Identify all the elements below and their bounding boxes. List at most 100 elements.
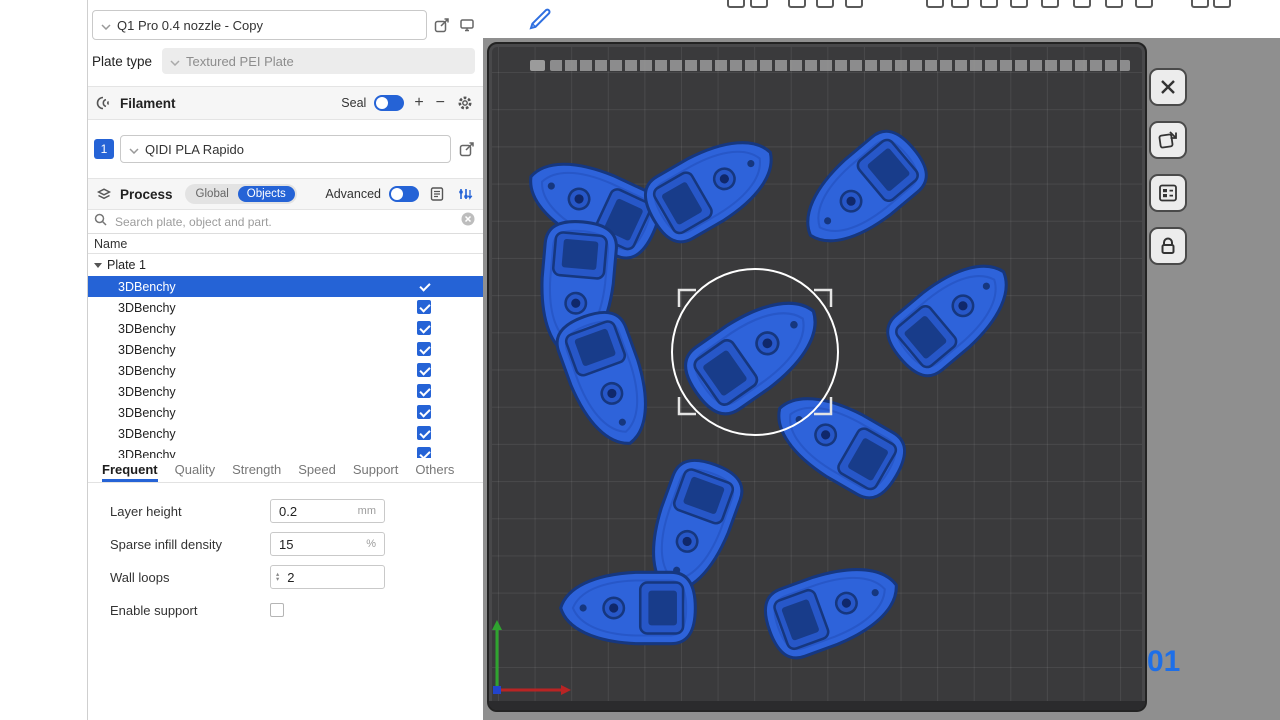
add-filament-button[interactable]: + (412, 95, 425, 111)
toolbar-icon-clipped[interactable] (788, 0, 806, 8)
toolbar-icon-clipped[interactable] (1213, 0, 1231, 8)
print-object-checkbox[interactable] (417, 384, 431, 398)
object-list-row[interactable]: 3DBenchy (88, 318, 483, 339)
object-list-row[interactable]: 3DBenchy (88, 339, 483, 360)
plate-type-select[interactable]: Textured PEI Plate (162, 48, 475, 74)
seal-toggle[interactable] (374, 95, 404, 111)
print-object-checkbox[interactable] (417, 447, 431, 458)
scope-global-button[interactable]: Global (187, 186, 238, 202)
setting-input[interactable]: 0.2 mm (270, 499, 385, 523)
toolbar-icon-clipped[interactable] (816, 0, 834, 8)
sidebar: Q1 Pro 0.4 nozzle - Copy Plate type Text… (88, 0, 483, 720)
viewport-toolbar-clipped (483, 0, 1280, 38)
arrange-plate-button[interactable] (1149, 174, 1187, 212)
search-row (88, 210, 483, 234)
chevron-down-icon (129, 142, 139, 157)
setting-input[interactable]: 15% (270, 532, 385, 556)
setting-checkbox[interactable] (270, 603, 284, 617)
tab-quality[interactable]: Quality (175, 462, 215, 482)
object-list-row[interactable]: 3DBenchy (88, 381, 483, 402)
object-list-header: Name (88, 234, 483, 254)
printer-row: Q1 Pro 0.4 nozzle - Copy (88, 0, 483, 40)
print-object-checkbox[interactable] (417, 321, 431, 335)
toolbar-icon-clipped[interactable] (845, 0, 863, 8)
toolbar-icon-clipped[interactable] (926, 0, 944, 8)
spinner-arrows-icon[interactable]: ▴▾ (276, 572, 279, 582)
filament-settings-gear-icon[interactable] (455, 93, 475, 113)
object-name: 3DBenchy (118, 322, 176, 336)
object-list-row[interactable]: 3DBenchy (88, 276, 483, 297)
filament-section-title: Filament (120, 96, 176, 111)
clear-search-icon[interactable] (461, 212, 475, 231)
plate-number: 01 (1147, 645, 1180, 679)
object-name: 3DBenchy (118, 343, 176, 357)
tab-strength[interactable]: Strength (232, 462, 281, 482)
print-object-checkbox[interactable] (417, 426, 431, 440)
filament-select[interactable]: QIDI PLA Rapido (120, 135, 451, 163)
object-name: 3DBenchy (118, 364, 176, 378)
filament-slot-row: 1 QIDI PLA Rapido (88, 120, 483, 178)
object-list-row[interactable]: 3DBenchy (88, 297, 483, 318)
advanced-toggle[interactable] (389, 186, 419, 202)
filament-select-value: QIDI PLA Rapido (145, 142, 244, 157)
setting-input[interactable]: ▴▾2 (270, 565, 385, 589)
setting-unit: % (366, 538, 376, 550)
viewport-3d[interactable]: 01 (483, 0, 1280, 720)
remove-filament-button[interactable]: − (434, 95, 447, 111)
filament-spool-icon (94, 93, 114, 113)
setting-row: Wall loops▴▾2 (110, 565, 483, 589)
toolbar-icon-clipped[interactable] (1041, 0, 1059, 8)
setting-row: Enable support (110, 598, 483, 622)
printer-settings-icon[interactable] (457, 15, 477, 35)
left-gutter (0, 0, 88, 720)
toolbar-icon-clipped[interactable] (1105, 0, 1123, 8)
toolbar-icon-clipped[interactable] (980, 0, 998, 8)
settings-tabs: Frequent Quality Strength Speed Support Other… (88, 458, 483, 483)
object-name: 3DBenchy (118, 406, 176, 420)
object-list-row[interactable]: 3DBenchy (88, 402, 483, 423)
pencil-tool-icon[interactable] (527, 5, 553, 36)
toolbar-icon-clipped[interactable] (1191, 0, 1209, 8)
collapse-caret-icon[interactable] (94, 263, 102, 268)
setting-unit: mm (358, 505, 376, 517)
setting-value: 0.2 (279, 504, 297, 519)
print-object-checkbox[interactable] (417, 300, 431, 314)
tab-speed[interactable]: Speed (298, 462, 336, 482)
toolbar-icon-clipped[interactable] (1073, 0, 1091, 8)
filament-slot-index: 1 (94, 139, 114, 159)
object-list-row[interactable]: 3DBenchy (88, 360, 483, 381)
print-object-checkbox[interactable] (417, 279, 431, 293)
auto-orient-button[interactable] (1149, 121, 1187, 159)
lock-plate-button[interactable] (1149, 227, 1187, 265)
setting-value: 15 (279, 537, 293, 552)
scope-objects-button[interactable]: Objects (238, 186, 295, 202)
tree-plate-row[interactable]: Plate 1 (88, 254, 483, 276)
toolbar-icon-clipped[interactable] (750, 0, 768, 8)
edit-filament-icon[interactable] (457, 139, 477, 159)
printer-select[interactable]: Q1 Pro 0.4 nozzle - Copy (92, 10, 427, 40)
print-object-checkbox[interactable] (417, 363, 431, 377)
delete-plate-button[interactable] (1149, 68, 1187, 106)
search-input[interactable] (113, 214, 455, 230)
edit-preset-icon[interactable] (432, 15, 452, 35)
plate-row-label: Plate 1 (107, 258, 146, 272)
toolbar-icon-clipped[interactable] (727, 0, 745, 8)
setting-label: Sparse infill density (110, 537, 270, 552)
object-name: 3DBenchy (118, 385, 176, 399)
tab-support[interactable]: Support (353, 462, 399, 482)
settings-rows: Layer height0.2mmSparse infill density15… (110, 499, 483, 622)
plate-action-buttons (1149, 68, 1187, 265)
process-layers-icon (94, 184, 114, 204)
toolbar-icon-clipped[interactable] (1135, 0, 1153, 8)
object-list-row[interactable]: 3DBenchy (88, 444, 483, 458)
toolbar-icon-clipped[interactable] (1010, 0, 1028, 8)
object-list-row[interactable]: 3DBenchy (88, 423, 483, 444)
print-object-checkbox[interactable] (417, 342, 431, 356)
print-object-checkbox[interactable] (417, 405, 431, 419)
sort-objects-icon[interactable] (455, 184, 475, 204)
tab-frequent[interactable]: Frequent (102, 462, 158, 482)
toolbar-icon-clipped[interactable] (951, 0, 969, 8)
setting-label: Layer height (110, 504, 270, 519)
tab-others[interactable]: Others (415, 462, 454, 482)
parameter-table-icon[interactable] (427, 184, 447, 204)
